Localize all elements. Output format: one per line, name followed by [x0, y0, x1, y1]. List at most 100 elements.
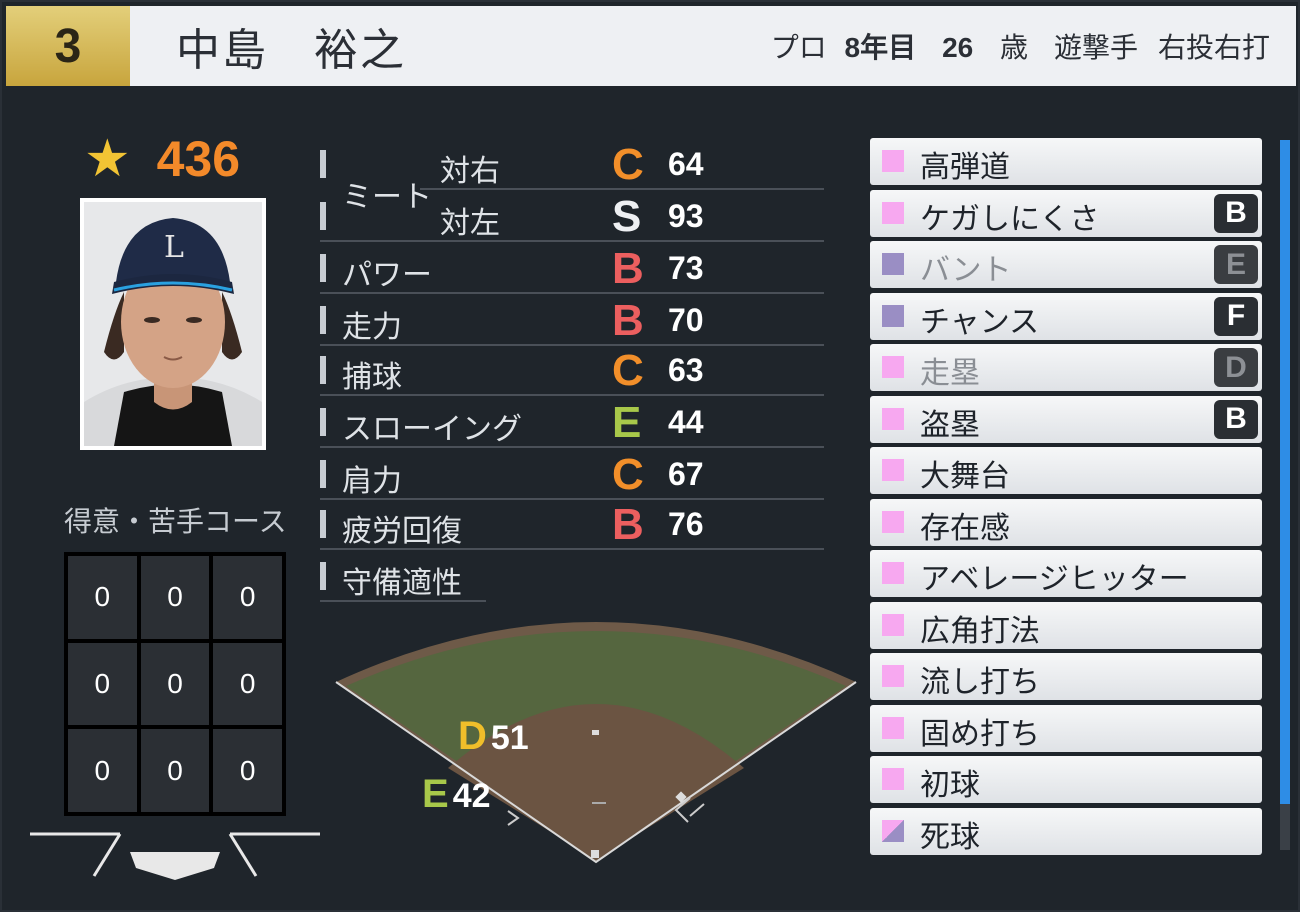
- stat-sub-label: 対右: [440, 154, 500, 189]
- ability-color-icon: [882, 562, 904, 584]
- ability-label: 初球: [920, 768, 980, 803]
- player-portrait: L: [80, 198, 266, 450]
- ability-color-icon: [882, 407, 904, 430]
- ability-color-icon: [882, 510, 904, 533]
- ability-item[interactable]: チャンス F: [870, 292, 1262, 340]
- scrollbar-thumb[interactable]: [1280, 140, 1290, 804]
- course-cell: 0: [213, 642, 282, 726]
- stat-value: 63: [668, 352, 704, 388]
- stat-row-positions: 守備適性: [320, 552, 486, 602]
- player-age: 26 歳: [942, 31, 1028, 64]
- position-rating-shortstop: D 51: [458, 714, 529, 758]
- stat-label: 肩力: [342, 464, 402, 499]
- course-cell: 0: [213, 729, 282, 812]
- stat-label: 疲労回復: [342, 514, 462, 549]
- ability-rank-badge: B: [1214, 399, 1258, 439]
- ability-label: 固め打ち: [920, 716, 1040, 752]
- stat-grade: B: [612, 500, 644, 549]
- stat-value: 64: [668, 146, 704, 182]
- pro-years: プロ 8年目: [770, 31, 917, 64]
- overall-rating: ★ 436: [84, 130, 240, 188]
- stat-sub-label: 対左: [440, 206, 500, 241]
- stat-value: 93: [668, 198, 704, 234]
- ability-label: 死球: [920, 819, 980, 855]
- ability-color-icon: [882, 819, 904, 842]
- stat-value: 44: [668, 404, 704, 440]
- ability-item[interactable]: 広角打法: [870, 601, 1262, 649]
- course-cell: 0: [140, 556, 210, 639]
- course-cell: 0: [140, 729, 210, 812]
- course-title: 得意・苦手コース: [64, 505, 287, 538]
- ability-item[interactable]: バント E: [870, 241, 1262, 288]
- stat-grade: E: [612, 398, 642, 447]
- ability-rank-badge: E: [1214, 245, 1258, 284]
- ability-label: 走塁: [920, 356, 980, 391]
- ability-item[interactable]: ケガしにくさ B: [870, 189, 1262, 237]
- stat-row-fielding: 捕球 C 63: [320, 346, 824, 396]
- ability-color-icon: [882, 768, 904, 790]
- course-cell: 0: [68, 729, 137, 812]
- stat-row-recovery: 疲労回復 B 76: [320, 500, 824, 550]
- stat-value: 76: [668, 506, 704, 542]
- stat-value: 73: [668, 250, 704, 286]
- ability-item[interactable]: 大舞台: [870, 447, 1262, 494]
- stat-row-power: パワー B 73: [320, 244, 824, 294]
- ability-color-icon: [882, 304, 904, 327]
- stat-grade: C: [612, 346, 644, 395]
- course-cell: 0: [140, 642, 210, 726]
- ability-item[interactable]: 盗塁 B: [870, 395, 1262, 443]
- ability-item[interactable]: 初球: [870, 756, 1262, 803]
- ability-color-icon: [882, 253, 904, 275]
- ability-label: 広角打法: [920, 613, 1040, 649]
- stat-grade: C: [612, 450, 644, 499]
- ability-item[interactable]: 走塁 D: [870, 344, 1262, 391]
- course-cell: 0: [213, 556, 282, 639]
- player-position: 遊撃手: [1053, 31, 1138, 64]
- stat-row-contact-left: 対左 S 93: [320, 192, 824, 242]
- stat-grade: B: [612, 244, 644, 293]
- ability-label: 存在感: [920, 510, 1010, 546]
- ability-rank-badge: F: [1214, 296, 1258, 336]
- ability-color-icon: [882, 150, 904, 172]
- ability-item[interactable]: 存在感: [870, 498, 1262, 546]
- stat-row-speed: 走力 B 70: [320, 296, 824, 346]
- player-handedness: 右投右打: [1157, 31, 1270, 64]
- ability-item[interactable]: 流し打ち: [870, 653, 1262, 700]
- stat-label: スローイング: [342, 412, 522, 447]
- ability-color-icon: [882, 459, 904, 481]
- course-cell: 0: [68, 556, 137, 639]
- star-icon: ★: [84, 129, 131, 189]
- home-plate-icon: [30, 832, 320, 880]
- stat-grade: B: [612, 296, 644, 345]
- ability-label: バント: [920, 253, 1012, 288]
- ability-label: チャンス: [920, 304, 1040, 340]
- stat-row-arm: 肩力 C 67: [320, 450, 824, 500]
- stat-row-contact-right: ミート 対右 C 64: [320, 140, 824, 215]
- stat-label: 守備適性: [342, 566, 462, 601]
- svg-text:L: L: [164, 230, 184, 265]
- stat-label: 走力: [342, 310, 402, 345]
- course-cell: 0: [68, 642, 137, 726]
- stat-value: 67: [668, 456, 704, 492]
- ability-list: 高弾道 ケガしにくさ B バント E チャンス F 走塁 D 盗塁 B 大舞台 存在感 アベレージヒッター…: [870, 138, 1262, 859]
- stat-grade: C: [612, 140, 644, 189]
- power-rating: 436: [156, 131, 241, 187]
- stat-label: パワー: [342, 258, 432, 293]
- ability-label: アベレージヒッター: [920, 562, 1189, 597]
- stat-label: 捕球: [342, 360, 402, 395]
- ability-item[interactable]: アベレージヒッター: [870, 550, 1262, 597]
- ability-item[interactable]: 高弾道: [870, 138, 1262, 185]
- ability-item[interactable]: 固め打ち: [870, 704, 1262, 752]
- ability-label: 高弾道: [920, 150, 1010, 185]
- ability-color-icon: [882, 665, 904, 687]
- stat-grade: S: [612, 192, 642, 241]
- uniform-number: 3: [6, 6, 130, 86]
- player-name: 中島 裕之: [176, 25, 406, 76]
- ability-color-icon: [882, 356, 904, 378]
- ability-label: 盗塁: [920, 407, 980, 443]
- ability-color-icon: [882, 613, 904, 636]
- stat-row-throwing: スローイング E 44: [320, 398, 824, 448]
- ability-label: ケガしにくさ: [920, 201, 1100, 237]
- ability-item[interactable]: 死球: [870, 807, 1262, 855]
- player-meta: プロ 8年目 26 歳 遊撃手 右投右打: [771, 26, 1270, 66]
